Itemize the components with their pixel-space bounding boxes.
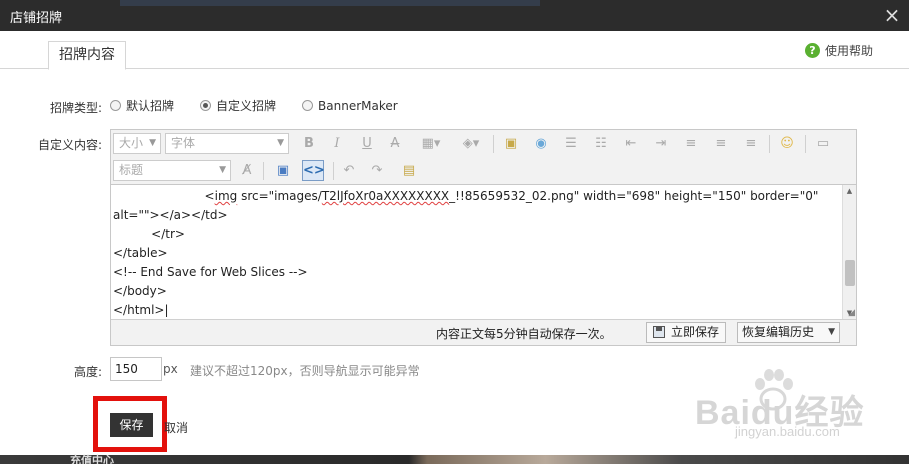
fullscreen-icon[interactable]: ▭ — [813, 134, 833, 154]
radio-custom-signboard[interactable]: 自定义招牌 — [200, 97, 276, 114]
heading-value: 标题 — [119, 163, 144, 177]
outdent-icon[interactable]: ⇤ — [621, 134, 641, 154]
scrollbar-thumb[interactable] — [845, 260, 855, 286]
chevron-down-icon: ▼ — [219, 165, 226, 175]
table-icon[interactable]: ▦▾ — [417, 134, 445, 154]
code-line: <img src="images/T2lJfoXr0aXXXXXXXX_!!85… — [113, 189, 819, 203]
radio-bannermaker[interactable]: BannerMaker — [302, 99, 398, 113]
align-left-icon[interactable]: ≡ — [681, 134, 701, 154]
underline-icon[interactable]: U — [357, 134, 377, 154]
font-size-value: 大小 — [119, 136, 144, 150]
autosave-message: 内容正文每5分钟自动保存一次。 — [436, 327, 612, 341]
paint-bucket-icon[interactable]: ◈▾ — [457, 134, 485, 154]
radio-default-signboard[interactable]: 默认招牌 — [110, 97, 174, 114]
chevron-down-icon: ▼ — [277, 138, 284, 148]
scroll-up-icon[interactable]: ▲ — [843, 185, 856, 197]
italic-icon[interactable]: I — [327, 134, 347, 154]
watermark-url: jingyan.baidu.com — [735, 424, 840, 439]
help-icon: ? — [804, 43, 820, 58]
restore-history-button[interactable]: 恢复编辑历史 ▼ — [737, 322, 840, 343]
editor-scrollbar[interactable]: ▲ ▼ — [842, 185, 856, 319]
editor-toolbar: 大小 ▼ 字体 ▼ B I U A ▦▾ ◈▾ ▣ ◉ ☰ ☷ ⇤ ⇥ ≡ ≡ ≡ … — [111, 130, 856, 185]
heading-select[interactable]: 标题 ▼ — [113, 160, 231, 181]
editor-source-textarea[interactable]: <img src="images/T2lJfoXr0aXXXXXXXX_!!85… — [111, 185, 842, 319]
cancel-link[interactable]: 取消 — [164, 419, 188, 436]
image-icon[interactable]: ▣ — [501, 134, 521, 154]
toolbar-divider — [493, 135, 494, 153]
font-size-select[interactable]: 大小 ▼ — [113, 133, 161, 154]
clear-format-icon[interactable]: A̸ — [237, 161, 257, 181]
ordered-list-icon[interactable]: ☰ — [561, 134, 581, 154]
align-right-icon[interactable]: ≡ — [741, 134, 761, 154]
chevron-down-icon: ▼ — [149, 138, 156, 148]
close-icon[interactable]: × — [883, 4, 901, 26]
dialog-title: 店铺招牌 — [10, 11, 63, 26]
height-unit: px — [163, 362, 178, 376]
align-center-icon[interactable]: ≡ — [711, 134, 731, 154]
floppy-disk-icon — [653, 326, 665, 338]
editor-statusbar: 内容正文每5分钟自动保存一次。 立即保存 恢复编辑历史 ▼ — [111, 319, 856, 345]
height-hint: 建议不超过120px，否则导航显示可能异常 — [190, 364, 420, 378]
help-label: 使用帮助 — [824, 44, 873, 58]
strikethrough-icon[interactable]: A — [385, 134, 405, 154]
insert-media-icon[interactable]: ▤ — [399, 161, 419, 181]
dialog-titlebar: 店铺招牌 × — [0, 0, 909, 31]
tab-signboard-content[interactable]: 招牌内容 — [48, 41, 126, 70]
background-nav-text: 充值中心 — [70, 454, 114, 464]
code-line: alt=""></a></td> — [113, 208, 228, 222]
resize-grip-icon[interactable]: ◢ — [848, 308, 855, 318]
code-line: <!-- End Save for Web Slices --> — [113, 265, 308, 279]
source-code-icon[interactable]: <> — [302, 160, 325, 181]
save-now-label: 立即保存 — [671, 325, 720, 339]
unordered-list-icon[interactable]: ☷ — [591, 134, 611, 154]
toolbar-divider — [333, 162, 334, 180]
code-line: </table> — [113, 246, 168, 260]
toolbar-divider — [263, 162, 264, 180]
redo-icon[interactable]: ↷ — [367, 161, 387, 181]
radio-label: BannerMaker — [318, 98, 398, 113]
code-line: </html>| — [113, 303, 169, 317]
signboard-type-options: 默认招牌 自定义招牌 BannerMaker — [110, 97, 424, 114]
radio-label: 自定义招牌 — [216, 99, 277, 113]
radio-button[interactable] — [302, 100, 314, 111]
height-input[interactable]: 150 — [110, 357, 162, 381]
radio-button-selected[interactable] — [200, 100, 212, 111]
custom-content-label: 自定义内容: — [37, 138, 102, 152]
preview-monitor-icon[interactable]: ▣ — [273, 161, 293, 181]
signboard-type-label: 招牌类型: — [49, 101, 102, 115]
height-label: 高度: — [73, 365, 102, 379]
help-link[interactable]: ? 使用帮助 — [804, 42, 873, 59]
toolbar-divider — [805, 135, 806, 153]
chevron-down-icon: ▼ — [828, 327, 835, 337]
bold-icon[interactable]: B — [299, 134, 319, 154]
toolbar-divider — [769, 135, 770, 153]
undo-icon[interactable]: ↶ — [339, 161, 359, 181]
code-line: </tr> — [113, 227, 185, 241]
font-family-select[interactable]: 字体 ▼ — [165, 133, 289, 154]
radio-button[interactable] — [110, 100, 121, 111]
emoticon-icon[interactable]: ☺ — [777, 134, 797, 154]
radio-label: 默认招牌 — [126, 99, 175, 113]
font-family-value: 字体 — [171, 136, 196, 150]
titlebar-background — [120, 0, 540, 6]
tab-bar: 招牌内容 ? 使用帮助 — [0, 31, 909, 70]
save-button[interactable]: 保存 — [110, 413, 153, 437]
rich-text-editor: 大小 ▼ 字体 ▼ B I U A ▦▾ ◈▾ ▣ ◉ ☰ ☷ ⇤ ⇥ ≡ ≡ ≡ … — [110, 129, 857, 346]
restore-history-label: 恢复编辑历史 — [742, 325, 815, 339]
code-line: </body> — [113, 284, 167, 298]
indent-icon[interactable]: ⇥ — [651, 134, 671, 154]
save-now-button[interactable]: 立即保存 — [646, 322, 727, 343]
background-page-strip: 充值中心 — [0, 454, 909, 464]
link-icon[interactable]: ◉ — [531, 134, 551, 154]
